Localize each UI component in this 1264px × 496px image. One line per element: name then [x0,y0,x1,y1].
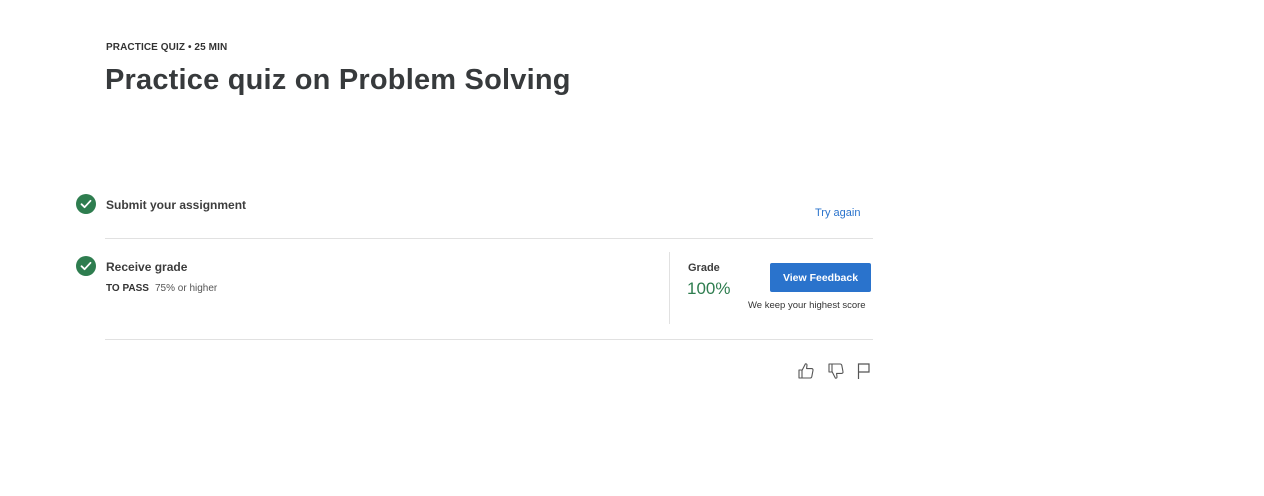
pass-requirement-value: 75% or higher [154,283,218,294]
thumbs-down-icon[interactable] [826,361,846,381]
divider [105,238,873,239]
vertical-divider [669,252,670,324]
grade-label: Grade [688,262,720,274]
try-again-link[interactable]: Try again [815,207,860,219]
page-title: Practice quiz on Problem Solving [105,64,571,96]
quiz-meta: PRACTICE QUIZ • 25 MIN [106,42,228,53]
grade-value: 100% [687,279,731,298]
receive-grade-label: Receive grade [106,260,188,274]
check-circle-icon [76,256,96,276]
pass-requirement-key: TO PASS [106,283,149,294]
quiz-page: PRACTICE QUIZ • 25 MIN Practice quiz on … [0,0,1264,496]
flag-icon[interactable] [854,361,874,381]
check-circle-icon [76,194,96,214]
highest-score-note: We keep your highest score [748,300,866,311]
thumbs-up-icon[interactable] [796,361,816,381]
divider [105,339,873,340]
pass-requirement: TO PASS 75% or higher [106,283,217,294]
view-feedback-button[interactable]: View Feedback [770,263,871,292]
submit-assignment-label: Submit your assignment [106,198,247,212]
